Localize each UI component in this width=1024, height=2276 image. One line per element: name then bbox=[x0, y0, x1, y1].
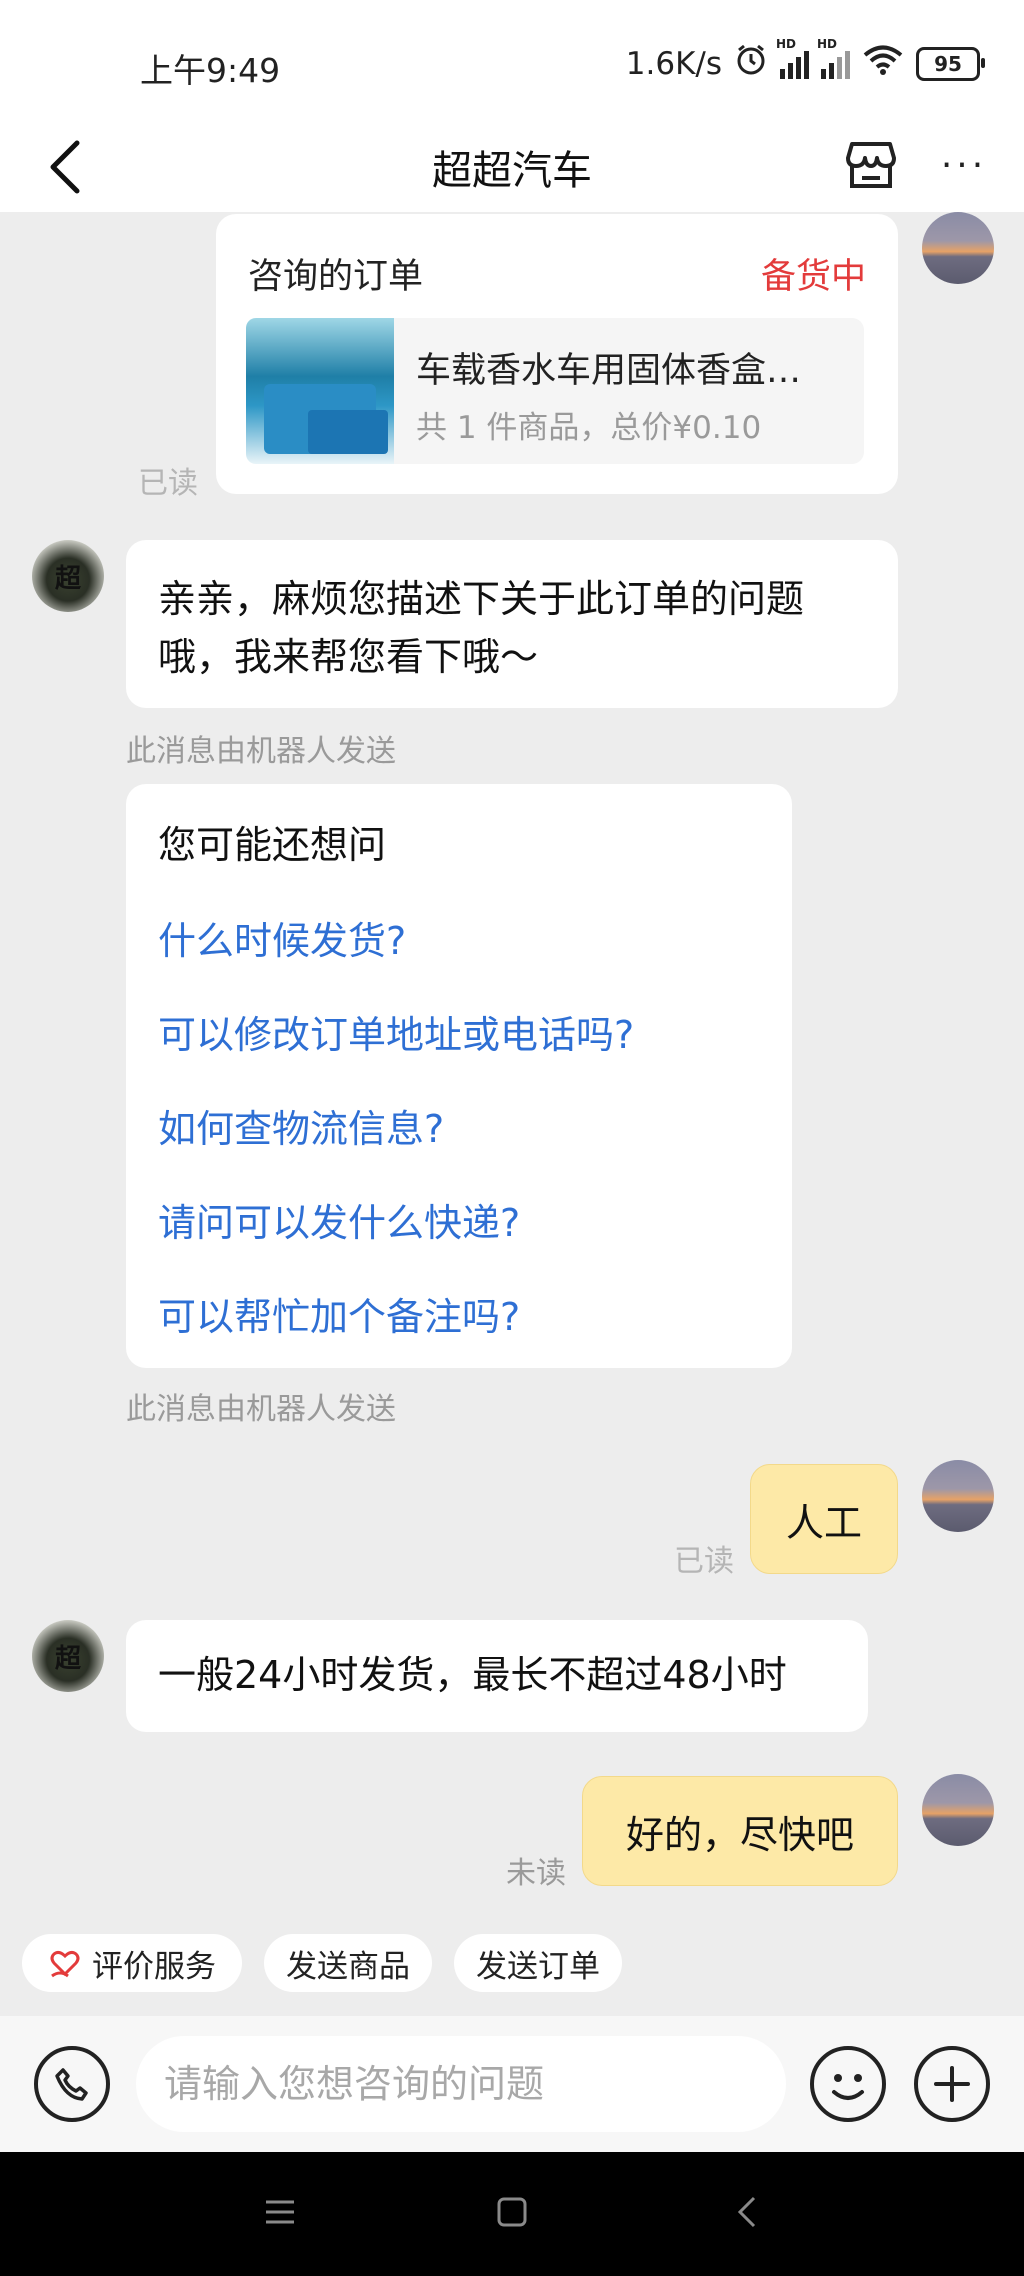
seller-avatar[interactable]: 超 bbox=[32, 1620, 104, 1692]
suggestion-link[interactable]: 请问可以发什么快递? bbox=[158, 1192, 520, 1247]
suggestion-title: 您可能还想问 bbox=[158, 823, 387, 867]
status-time: 上午9:49 bbox=[140, 51, 281, 90]
store-icon bbox=[846, 142, 896, 188]
battery-icon: 95 bbox=[916, 47, 985, 81]
send-order-chip[interactable]: 发送订单 bbox=[454, 1934, 622, 1992]
home-nav-button[interactable] bbox=[492, 2192, 532, 2232]
chip-label: 评价服务 bbox=[92, 1948, 216, 1985]
read-status: 已读 bbox=[138, 466, 198, 501]
system-nav-bar bbox=[0, 2152, 1024, 2276]
user-avatar[interactable] bbox=[922, 212, 994, 284]
send-product-chip[interactable]: 发送商品 bbox=[264, 1934, 432, 1992]
heart-hand-icon bbox=[50, 1950, 80, 1978]
user-avatar[interactable] bbox=[922, 1460, 994, 1532]
signal-icon: HD bbox=[776, 37, 809, 79]
product-name: 车载香水车用固体香盒… bbox=[416, 351, 802, 391]
chevron-left-icon bbox=[737, 2196, 756, 2228]
bot-avatar[interactable]: 超 bbox=[32, 540, 104, 612]
suggestion-card: 您可能还想问 什么时候发货? 可以修改订单地址或电话吗? 如何查物流信息? 请问… bbox=[126, 784, 792, 1368]
phone-icon bbox=[55, 2068, 88, 2101]
menu-nav-button[interactable] bbox=[260, 2192, 300, 2232]
emoji-button[interactable] bbox=[810, 2046, 886, 2122]
add-button[interactable] bbox=[914, 2046, 990, 2122]
wifi-icon bbox=[862, 44, 904, 84]
order-item[interactable]: 车载香水车用固体香盒… 共 1 件商品，总价¥0.10 bbox=[246, 318, 864, 464]
read-status: 已读 bbox=[674, 1544, 734, 1579]
order-heading: 咨询的订单 bbox=[248, 257, 424, 297]
bot-sent-note: 此消息由机器人发送 bbox=[126, 1392, 396, 1427]
order-card[interactable]: 咨询的订单 备货中 车载香水车用固体香盒… 共 1 件商品，总价¥0.10 bbox=[216, 214, 898, 494]
net-speed: 1.6K/s bbox=[625, 46, 722, 82]
back-nav-button[interactable] bbox=[728, 2192, 768, 2232]
phone-button[interactable] bbox=[34, 2046, 110, 2122]
user-message-bubble: 人工 bbox=[750, 1464, 898, 1574]
rate-service-chip[interactable]: 评价服务 bbox=[22, 1934, 242, 1992]
seller-reply-bubble: 一般24小时发货，最长不超过48小时 bbox=[126, 1620, 868, 1732]
bot-sent-note: 此消息由机器人发送 bbox=[126, 734, 396, 769]
suggestion-link[interactable]: 可以修改订单地址或电话吗? bbox=[158, 1004, 634, 1059]
status-bar: 上午9:49 1.6K/s HD HD 95 bbox=[0, 0, 1024, 130]
store-button[interactable] bbox=[838, 130, 904, 200]
order-status-badge: 备货中 bbox=[760, 257, 866, 297]
unread-status: 未读 bbox=[506, 1856, 566, 1891]
suggestion-link[interactable]: 如何查物流信息? bbox=[158, 1098, 444, 1153]
bot-greeting-bubble: 亲亲，麻烦您描述下关于此订单的问题哦，我来帮您看下哦～ bbox=[126, 540, 898, 708]
suggestion-link[interactable]: 什么时候发货? bbox=[158, 910, 406, 965]
user-avatar[interactable] bbox=[922, 1774, 994, 1846]
suggestion-link[interactable]: 可以帮忙加个备注吗? bbox=[158, 1286, 520, 1341]
product-image bbox=[246, 318, 394, 464]
order-summary: 共 1 件商品，总价¥0.10 bbox=[416, 410, 762, 446]
menu-icon bbox=[266, 2200, 294, 2224]
nav-bar: 超超汽车 ··· bbox=[0, 130, 1024, 212]
status-icons: 1.6K/s HD HD 95 bbox=[625, 37, 985, 85]
more-options-button[interactable]: ··· bbox=[934, 130, 994, 200]
home-square-icon bbox=[497, 2197, 527, 2227]
user-message-bubble: 好的，尽快吧 bbox=[582, 1776, 898, 1886]
smiley-icon bbox=[832, 2074, 864, 2100]
alarm-icon bbox=[734, 43, 768, 85]
signal-icon-2: HD bbox=[817, 37, 850, 79]
plus-icon bbox=[934, 2066, 970, 2102]
message-input[interactable] bbox=[136, 2036, 786, 2132]
input-bar bbox=[0, 2016, 1024, 2152]
